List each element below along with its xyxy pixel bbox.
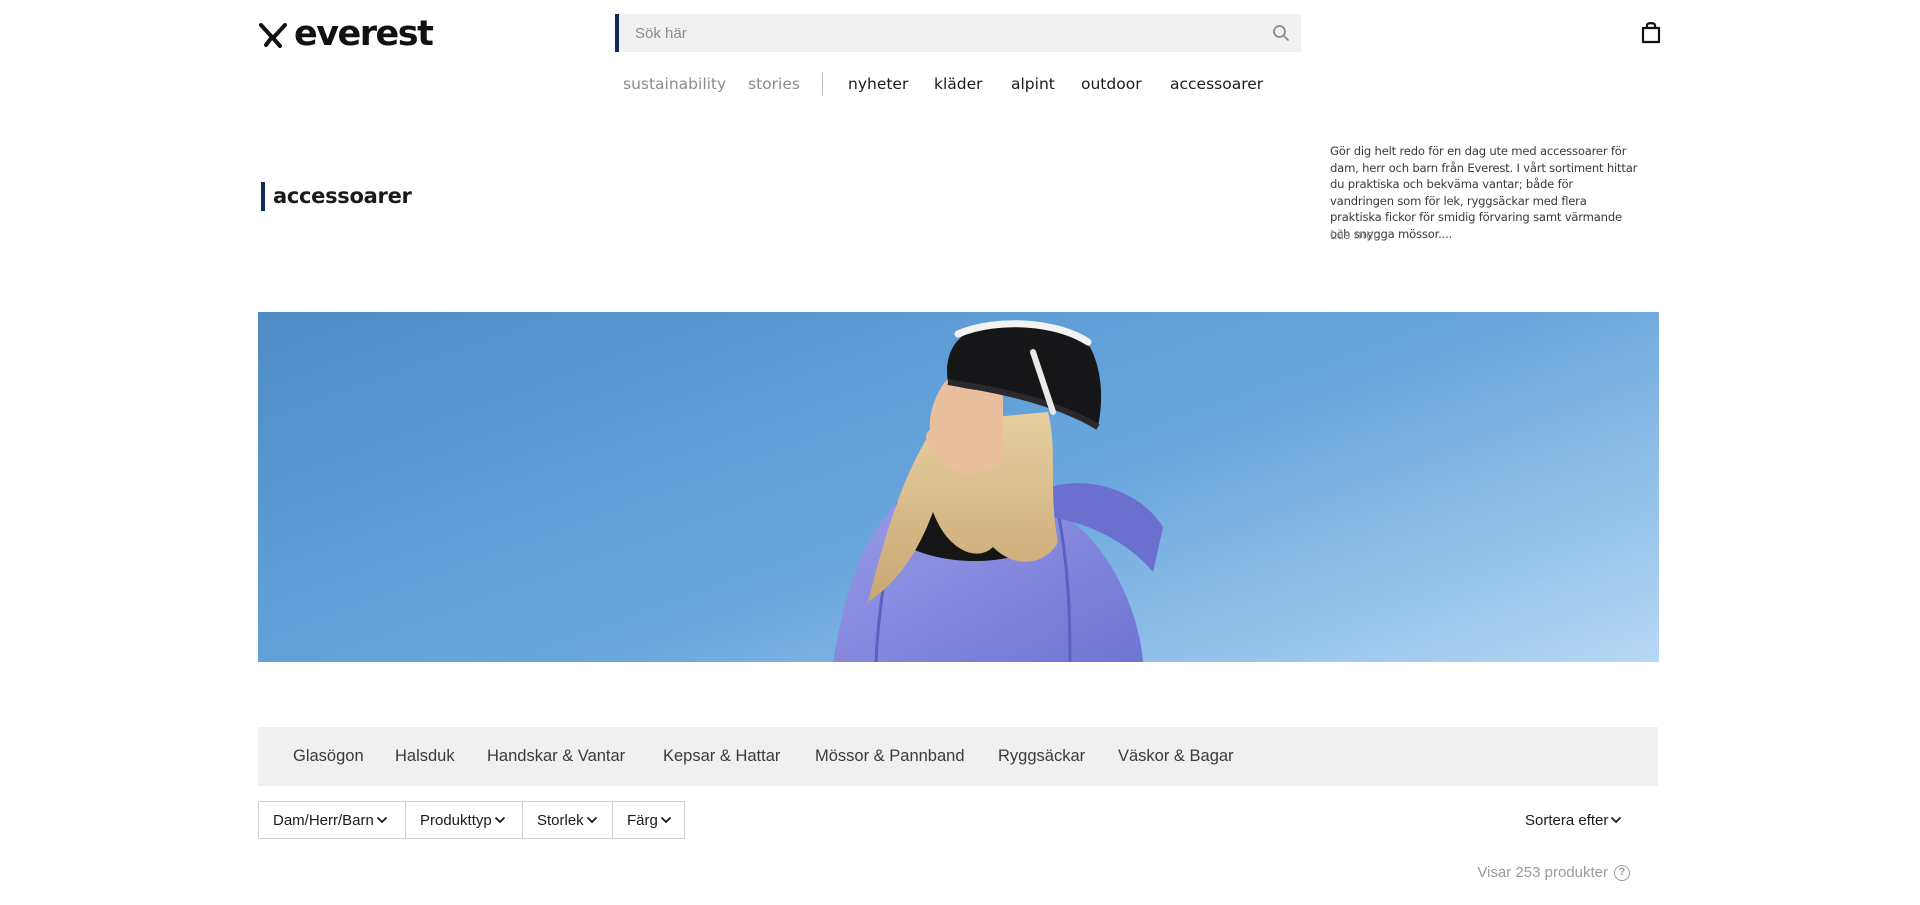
filter-label: Dam/Herr/Barn	[273, 811, 374, 829]
nav-link-nyheter[interactable]: nyheter	[848, 72, 908, 96]
filter-label: Färg	[627, 811, 658, 829]
chevron-down-icon	[1611, 816, 1622, 824]
search-bar	[615, 14, 1301, 52]
chevron-down-icon	[376, 816, 387, 824]
main-navigation: sustainability stories nyheter kläder al…	[0, 72, 1920, 96]
subcategory-vaskor-bagar[interactable]: Väskor & Bagar	[1118, 727, 1234, 786]
product-count-text: Visar 253 produkter	[1477, 864, 1608, 881]
product-count: Visar 253 produkter ?	[1470, 864, 1630, 881]
nav-link-outdoor[interactable]: outdoor	[1081, 72, 1142, 96]
sort-label: Sortera efter	[1525, 811, 1609, 829]
nav-link-alpint[interactable]: alpint	[1011, 72, 1055, 96]
sort-dropdown[interactable]: Sortera efter	[1525, 801, 1622, 839]
shopping-bag-icon[interactable]	[1640, 20, 1662, 44]
logo-text: everest	[294, 13, 434, 54]
filter-label: Produkttyp	[420, 811, 492, 829]
filter-label: Storlek	[537, 811, 584, 829]
hero-banner-image	[258, 312, 1659, 662]
help-icon[interactable]: ?	[1614, 864, 1630, 881]
everest-x-mark-icon	[258, 19, 288, 49]
subcategory-handskar-vantar[interactable]: Handskar & Vantar	[487, 727, 625, 786]
nav-link-klader[interactable]: kläder	[934, 72, 983, 96]
subcategory-bar: Glasögon Halsduk Handskar & Vantar Kepsa…	[258, 727, 1658, 786]
search-icon[interactable]	[1261, 14, 1301, 52]
page-title: accessoarer	[261, 182, 412, 211]
subcategory-ryggsackar[interactable]: Ryggsäckar	[998, 727, 1085, 786]
search-input[interactable]	[619, 14, 1261, 52]
subcategory-halsduk[interactable]: Halsduk	[395, 727, 455, 786]
filter-size[interactable]: Storlek	[522, 801, 613, 839]
chevron-down-icon	[586, 816, 597, 824]
filter-product-type[interactable]: Produkttyp	[405, 801, 523, 839]
chevron-down-icon	[494, 816, 505, 824]
nav-link-stories[interactable]: stories	[748, 72, 800, 96]
read-more-link[interactable]: Läs mer	[1330, 228, 1378, 242]
subcategory-glasogon[interactable]: Glasögon	[293, 727, 364, 786]
filter-color[interactable]: Färg	[612, 801, 685, 839]
subcategory-kepsar-hattar[interactable]: Kepsar & Hattar	[663, 727, 780, 786]
filter-gender[interactable]: Dam/Herr/Barn	[258, 801, 406, 839]
nav-link-accessoarer[interactable]: accessoarer	[1170, 72, 1263, 96]
nav-link-sustainability[interactable]: sustainability	[623, 72, 726, 96]
everest-logo[interactable]: everest	[258, 13, 434, 54]
subcategory-mossor-pannband[interactable]: Mössor & Pannband	[815, 727, 965, 786]
chevron-down-icon	[660, 816, 671, 824]
nav-divider	[822, 73, 823, 95]
